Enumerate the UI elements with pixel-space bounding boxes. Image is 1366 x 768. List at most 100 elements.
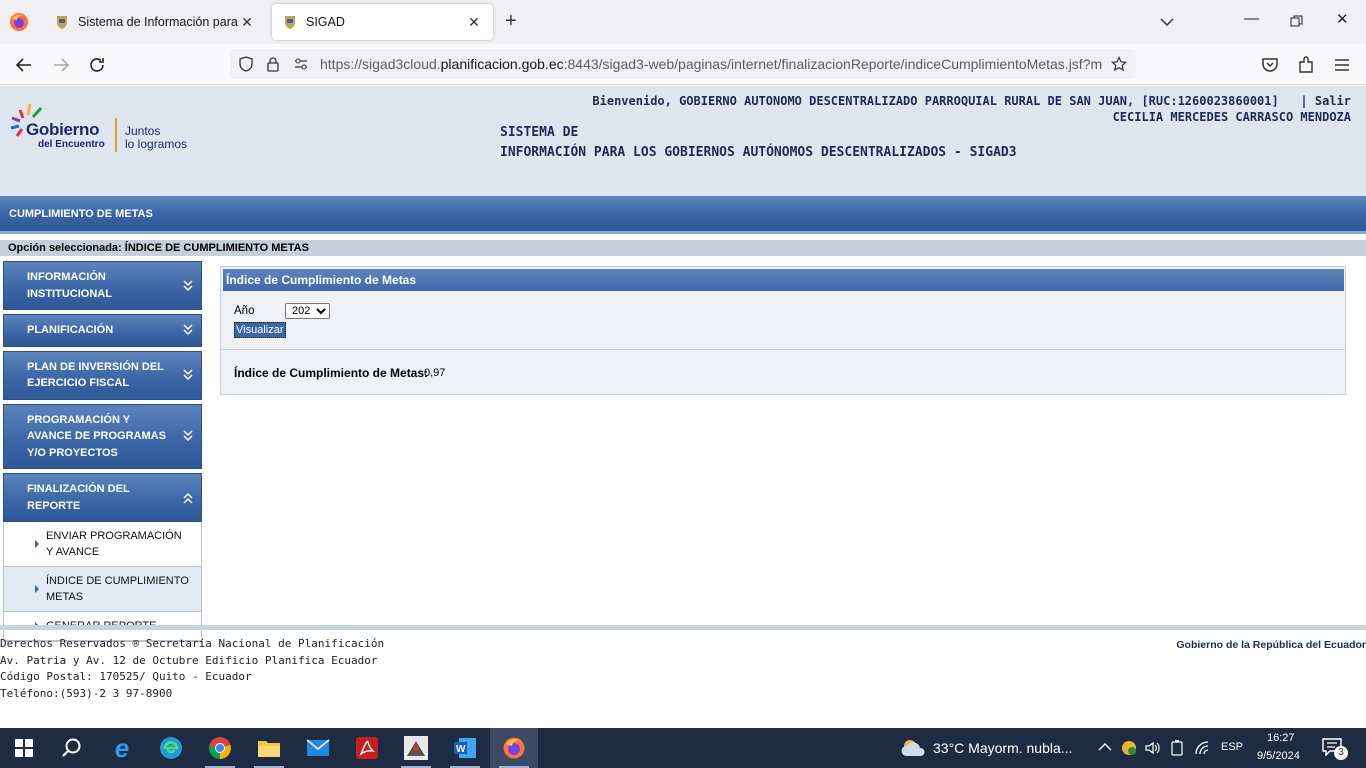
selected-option-bar: Opción seleccionada: ÍNDICE DE CUMPLIMIE… <box>0 240 1366 256</box>
footer-line: Teléfono:(593)-2 3 97-8900 <box>0 686 173 700</box>
index-value: 0,97 <box>424 367 446 379</box>
menu-plan-inversion[interactable]: PLAN DE INVERSIÓN DEL EJERCICIO FISCAL <box>3 350 202 400</box>
folder-icon <box>258 741 280 757</box>
security-status-icon[interactable] <box>1120 739 1138 757</box>
word-icon: W <box>454 738 476 758</box>
page-header: Gobierno del Encuentro Juntos lo logramo… <box>0 86 1366 196</box>
minimize-icon[interactable]: — <box>1244 10 1259 27</box>
edge-icon <box>160 737 182 759</box>
year-select[interactable]: 2023 <box>285 303 330 319</box>
chevron-up-icon[interactable] <box>1098 741 1112 753</box>
welcome-message: Bienvenido, GOBIERNO AUTONOMO DESCENTRAL… <box>592 93 1351 125</box>
close-tab-icon[interactable]: ✕ <box>465 14 483 31</box>
browser-navigation-bar: https://sigad3cloud.planificacion.gob.ec… <box>0 44 1366 85</box>
reload-icon[interactable] <box>86 54 108 76</box>
restore-icon[interactable] <box>1290 15 1303 28</box>
url-path: :8443/sigad3-web/paginas/internet/finali… <box>563 56 1102 72</box>
taskbar-file-explorer[interactable] <box>245 728 293 768</box>
url-bar[interactable]: https://sigad3cloud.planificacion.gob.ec… <box>230 49 1136 79</box>
menu-label: INFORMACIÓN INSTITUCIONAL <box>27 271 112 300</box>
taskbar-acrobat[interactable] <box>343 728 391 768</box>
sidebar-item-enviar-programacion[interactable]: ENVIAR PROGRAMACIÓN Y AVANCE <box>4 522 201 567</box>
logo-slogan-1: Juntos <box>125 124 161 138</box>
browser-tab-bar: Sistema de Información para lo ✕ SIGAD ✕… <box>0 0 1366 44</box>
system-title-line2: INFORMACIÓN PARA LOS GOBIERNOS AUTÓNOMOS… <box>500 145 1017 160</box>
back-icon[interactable] <box>13 54 35 76</box>
footer-line: Derechos Reservados ® Secretaría Naciona… <box>0 637 385 650</box>
clock-date[interactable]: 9/5/2024 <box>1257 750 1300 762</box>
clock-time[interactable]: 16:27 <box>1267 732 1295 744</box>
panel-title: Índice de Cumplimiento de Metas <box>223 269 1344 291</box>
language-indicator[interactable]: ESP <box>1221 741 1243 753</box>
logo-subtext: del Encuentro <box>38 139 105 150</box>
tab-label: Sistema de Información para lo <box>78 15 238 29</box>
indice-panel: Índice de Cumplimiento de Metas Año 2023… <box>220 266 1346 395</box>
notification-count: 3 <box>1334 746 1348 760</box>
forward-icon[interactable] <box>50 54 72 76</box>
list-all-tabs-icon[interactable] <box>1159 14 1175 30</box>
firefox-view-icon[interactable] <box>8 11 30 33</box>
menu-planificacion[interactable]: PLANIFICACIÓN <box>3 314 202 347</box>
network-icon[interactable] <box>1194 740 1210 756</box>
menu-informacion-institucional[interactable]: INFORMACIÓN INSTITUCIONAL <box>3 261 202 310</box>
module-title: CUMPLIMIENTO DE METAS <box>9 208 153 220</box>
pocket-icon[interactable] <box>1260 55 1280 75</box>
close-tab-icon[interactable]: ✕ <box>238 14 256 31</box>
extensions-icon[interactable] <box>1296 55 1316 75</box>
chrome-icon <box>209 737 231 759</box>
taskbar-ie[interactable]: e <box>98 728 146 768</box>
submenu-finalizacion: ENVIAR PROGRAMACIÓN Y AVANCE ÍNDICE DE C… <box>3 522 202 642</box>
selected-option-text: Opción seleccionada: ÍNDICE DE CUMPLIMIE… <box>8 242 309 254</box>
sidebar-item-label: ÍNDICE DE CUMPLIMIENTO METAS <box>46 575 189 603</box>
chevron-double-down-icon <box>183 369 193 381</box>
start-button[interactable] <box>0 728 48 768</box>
search-button[interactable] <box>48 728 96 768</box>
url-host: planificacion.gob.ec <box>440 56 564 72</box>
windows-taskbar: e W 33°C Mayorm. nubla... ESP 16:27 9/5/… <box>0 728 1366 768</box>
taskbar-mail[interactable] <box>294 728 342 768</box>
acrobat-icon <box>356 737 378 759</box>
weather-cloudy-icon[interactable] <box>900 738 928 758</box>
chevron-double-up-icon <box>183 492 193 504</box>
mail-icon <box>306 739 330 756</box>
lock-icon[interactable] <box>265 56 281 72</box>
visualizar-button[interactable]: Visualizar <box>234 322 286 338</box>
sidebar-item-indice-cumplimiento[interactable]: ÍNDICE DE CUMPLIMIENTO METAS <box>4 567 201 612</box>
url-text[interactable]: https://sigad3cloud.planificacion.gob.ec… <box>320 56 1102 72</box>
logo-slogan-2: lo logramos <box>125 137 188 151</box>
menu-icon[interactable] <box>1332 55 1352 75</box>
taskbar-edge[interactable] <box>147 728 195 768</box>
notifications-button[interactable]: 3 <box>1322 738 1352 760</box>
taskbar-firefox[interactable] <box>490 728 538 768</box>
volume-icon[interactable] <box>1144 740 1160 756</box>
firefox-icon <box>503 737 525 759</box>
chevron-double-down-icon <box>183 279 193 291</box>
search-icon <box>62 738 81 757</box>
module-title-bar: CUMPLIMIENTO DE METAS <box>0 196 1366 234</box>
internet-explorer-icon: e <box>114 732 130 763</box>
battery-icon[interactable] <box>1170 740 1184 756</box>
weather-text[interactable]: 33°C Mayorm. nubla... <box>933 740 1072 756</box>
menu-finalizacion-reporte[interactable]: FINALIZACIÓN DEL REPORTE <box>3 473 202 522</box>
logout-link[interactable]: | Salir <box>1300 94 1351 108</box>
taskbar-word[interactable]: W <box>441 728 489 768</box>
tab-label: SIGAD <box>306 15 345 29</box>
bookmark-star-icon[interactable] <box>1111 56 1127 72</box>
new-tab-icon[interactable]: + <box>505 11 517 31</box>
chevron-double-down-icon <box>183 324 193 336</box>
taskbar-chrome[interactable] <box>196 728 244 768</box>
close-window-icon[interactable]: ✕ <box>1336 10 1349 28</box>
menu-programacion-avance[interactable]: PROGRAMACIÓN Y AVANCE DE PROGRAMAS Y/O P… <box>3 403 202 469</box>
tab-sistema-informacion[interactable]: Sistema de Información para lo ✕ <box>44 4 266 40</box>
taskbar-app[interactable] <box>392 728 440 768</box>
svg-text:W: W <box>456 744 466 755</box>
arrow-right-icon <box>35 585 39 593</box>
system-title-line1: SISTEMA DE <box>500 125 579 140</box>
shield-icon[interactable] <box>238 56 254 72</box>
arrow-right-icon <box>35 540 39 548</box>
permissions-icon[interactable] <box>293 56 309 72</box>
tab-sigad[interactable]: SIGAD ✕ <box>272 4 493 40</box>
windows-icon <box>15 739 33 757</box>
system-title: SISTEMA DE INFORMACIÓN PARA LOS GOBIERNO… <box>500 123 1017 163</box>
url-prefix: https://sigad3cloud. <box>320 56 441 72</box>
